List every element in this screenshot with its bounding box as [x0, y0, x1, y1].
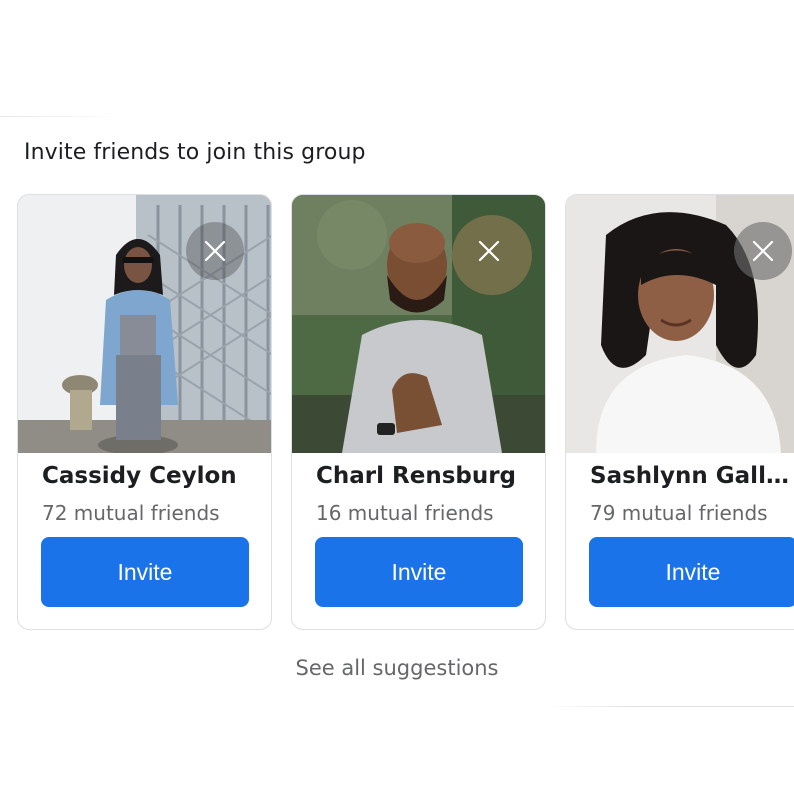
- dismiss-button[interactable]: [734, 222, 792, 280]
- profile-photo[interactable]: [18, 195, 271, 453]
- invite-button[interactable]: Invite: [315, 537, 523, 607]
- suggestion-card: Cassidy Ceylon 72 mutual friends Invite: [17, 194, 272, 630]
- bottom-divider: [545, 706, 794, 707]
- invite-friends-panel: Invite friends to join this group Cassid…: [0, 0, 794, 788]
- suggestion-name[interactable]: Charl Rensburg: [316, 463, 528, 489]
- invite-button[interactable]: Invite: [589, 537, 794, 607]
- close-icon: [752, 240, 774, 262]
- profile-photo[interactable]: [566, 195, 794, 453]
- close-icon: [204, 240, 226, 262]
- invite-button[interactable]: Invite: [41, 537, 249, 607]
- mutual-friends-count: 16 mutual friends: [316, 501, 494, 525]
- suggestions-carousel[interactable]: Cassidy Ceylon 72 mutual friends Invite: [17, 194, 794, 632]
- section-title: Invite friends to join this group: [24, 140, 366, 165]
- suggestion-name[interactable]: Sashlynn Gallag...: [590, 463, 794, 489]
- suggestion-name[interactable]: Cassidy Ceylon: [42, 463, 254, 489]
- mutual-friends-count: 72 mutual friends: [42, 501, 220, 525]
- see-all-suggestions-link[interactable]: See all suggestions: [0, 656, 794, 680]
- suggestion-card: Charl Rensburg 16 mutual friends Invite: [291, 194, 546, 630]
- dismiss-button[interactable]: [460, 222, 518, 280]
- close-icon: [478, 240, 500, 262]
- mutual-friends-count: 79 mutual friends: [590, 501, 768, 525]
- profile-photo[interactable]: [292, 195, 545, 453]
- suggestion-card: Sashlynn Gallag... 79 mutual friends Inv…: [565, 194, 794, 630]
- top-divider: [0, 116, 120, 117]
- dismiss-button[interactable]: [186, 222, 244, 280]
